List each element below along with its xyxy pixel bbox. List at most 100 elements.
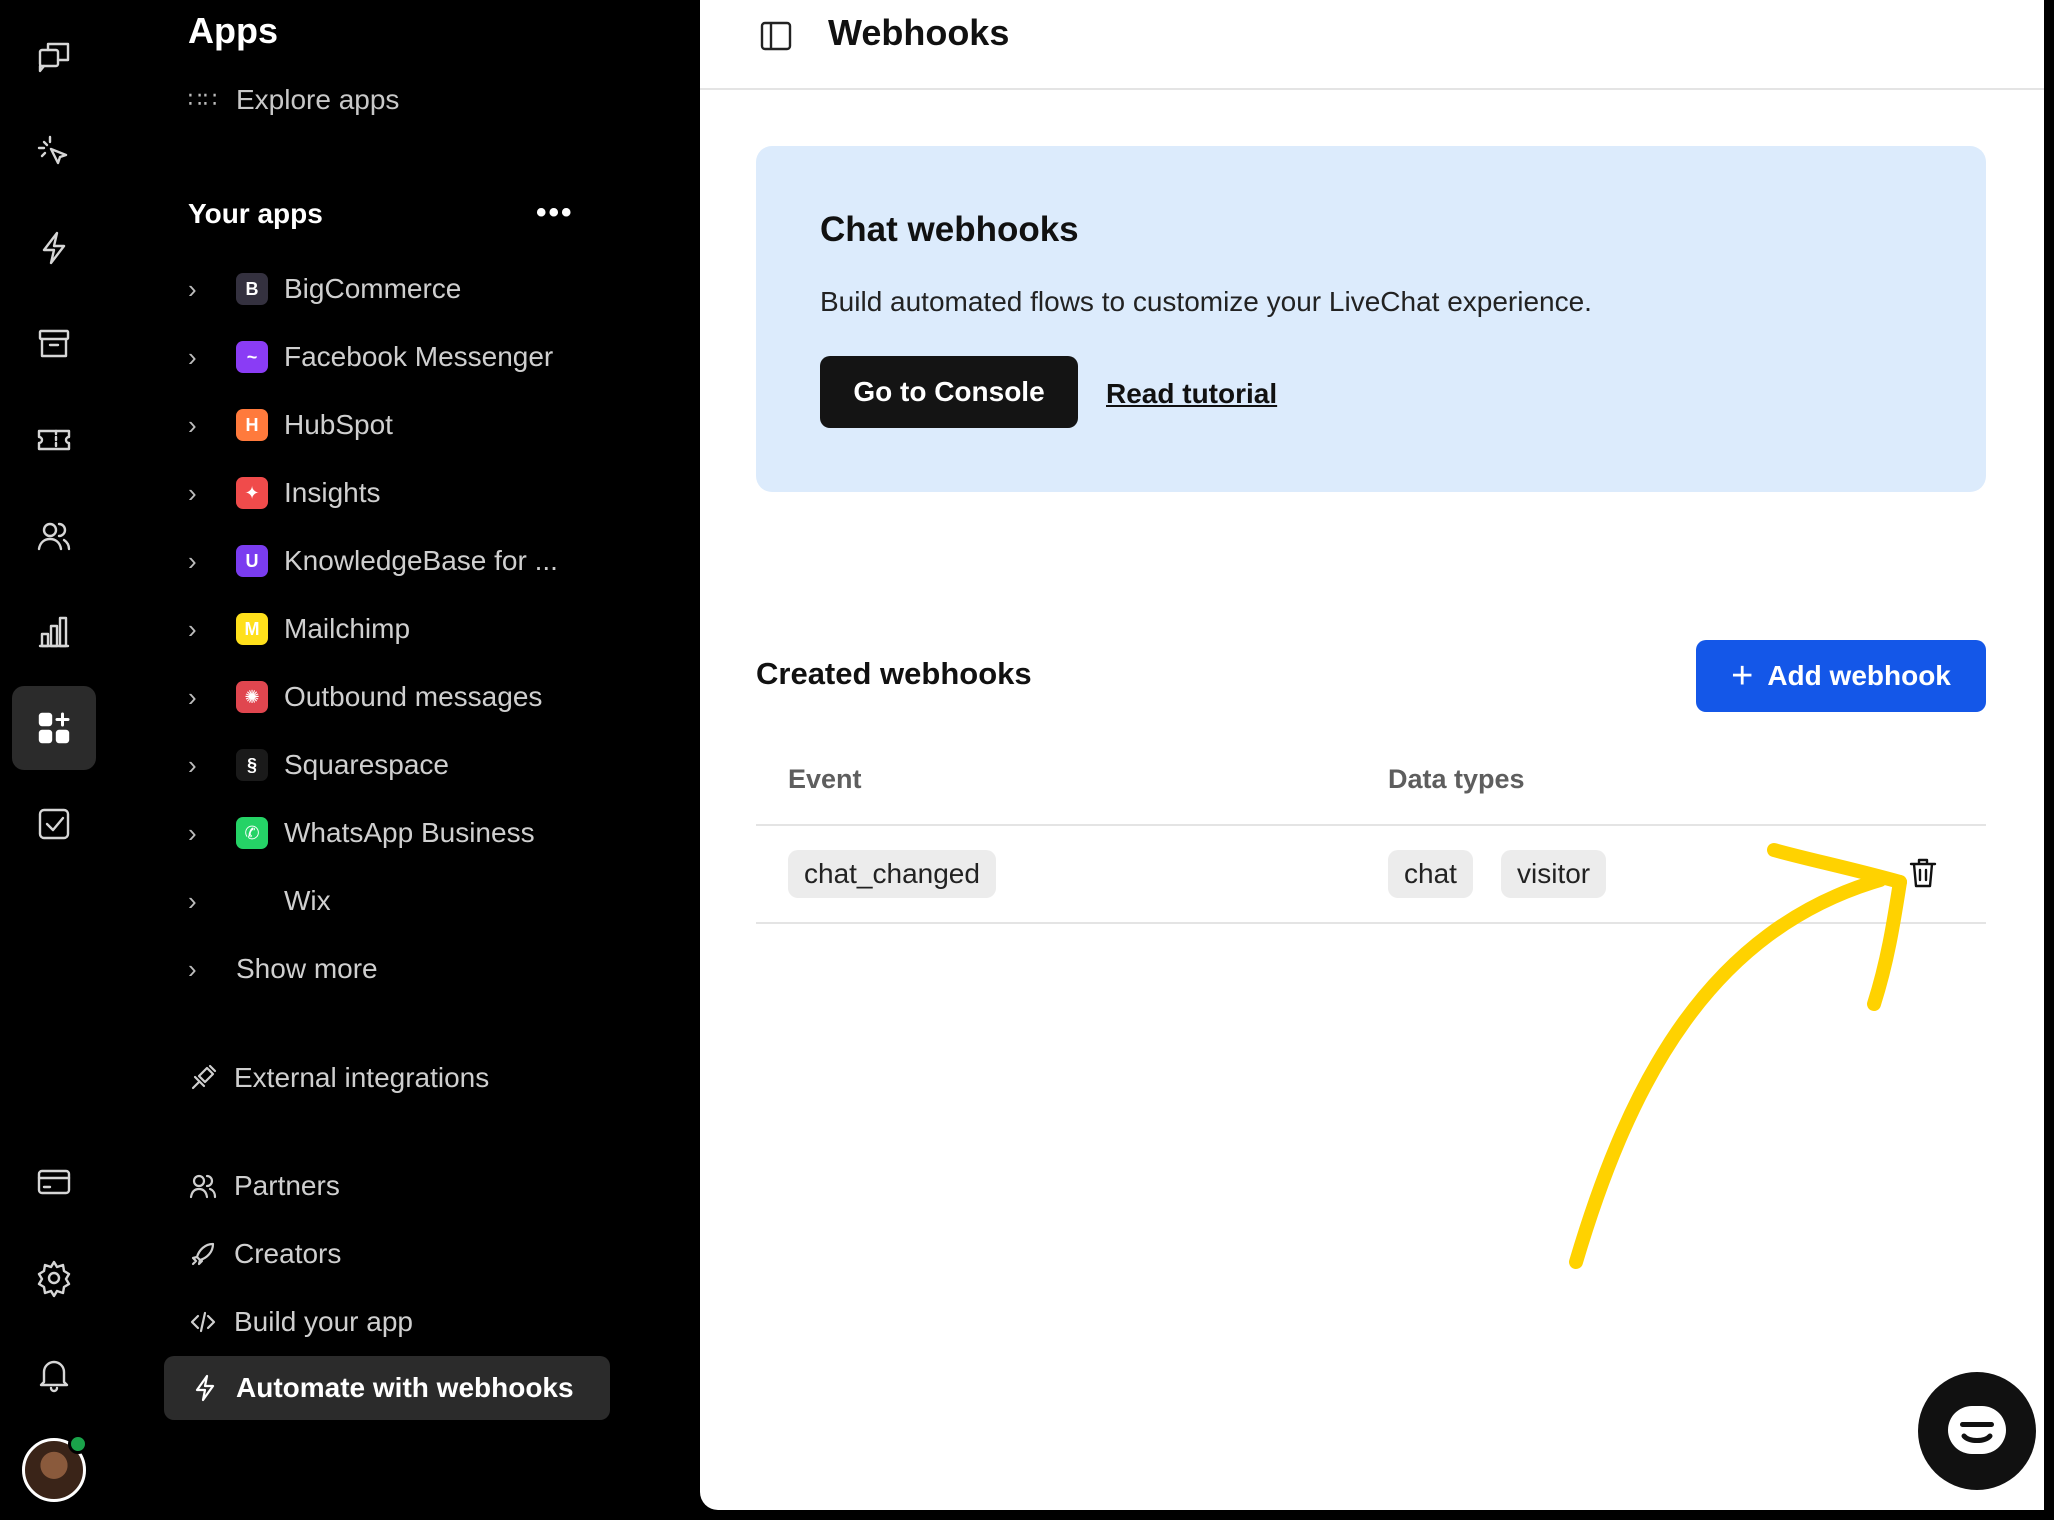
- explore-apps-link[interactable]: ∷∷ Explore apps: [188, 84, 399, 116]
- partners-icon: [189, 1174, 217, 1199]
- data-type-chip: visitor: [1501, 850, 1607, 898]
- app-item[interactable]: › § Squarespace: [188, 740, 449, 790]
- chat-bubble-icon: [1948, 1406, 2006, 1454]
- app-item[interactable]: › Wix: [188, 876, 331, 926]
- app-item[interactable]: › U KnowledgeBase for ...: [188, 536, 558, 586]
- trash-icon[interactable]: [1904, 854, 1942, 892]
- lightning-icon: [195, 1374, 215, 1402]
- partners-link[interactable]: Partners: [188, 1161, 340, 1211]
- code-icon: [190, 1311, 216, 1333]
- creators-label: Creators: [234, 1238, 342, 1269]
- app-label: Wix: [284, 885, 331, 916]
- app-item[interactable]: › ✦ Insights: [188, 468, 381, 518]
- reports-icon[interactable]: [12, 590, 96, 674]
- read-tutorial-link[interactable]: Read tutorial: [1106, 378, 1277, 410]
- automate-icon[interactable]: [12, 206, 96, 290]
- event-chip: chat_changed: [788, 850, 996, 898]
- app-label: HubSpot: [284, 409, 393, 440]
- hubspot-icon: H: [236, 409, 268, 441]
- build-your-app-link[interactable]: Build your app: [188, 1297, 413, 1347]
- panel-title: Apps: [188, 10, 278, 51]
- chevron-right-icon: ›: [188, 885, 197, 916]
- app-label: BigCommerce: [284, 273, 462, 304]
- show-more-label: Show more: [236, 953, 378, 984]
- creators-link[interactable]: Creators: [188, 1229, 341, 1279]
- rocket-icon: [191, 1242, 215, 1266]
- icon-rail: [0, 0, 108, 1520]
- external-integrations-label: External integrations: [234, 1062, 490, 1093]
- archives-icon[interactable]: [12, 302, 96, 386]
- app-label: KnowledgeBase for ...: [284, 545, 558, 576]
- more-options-icon[interactable]: •••: [536, 196, 574, 230]
- mailchimp-icon: M: [236, 613, 268, 645]
- app-item[interactable]: › M Mailchimp: [188, 604, 410, 654]
- your-apps-heading: Your apps: [188, 198, 323, 229]
- app-item[interactable]: › B BigCommerce: [188, 264, 461, 314]
- settings-icon[interactable]: [12, 1236, 96, 1320]
- divider: [756, 824, 1986, 826]
- squarespace-icon: §: [236, 749, 268, 781]
- app-label: Facebook Messenger: [284, 341, 554, 372]
- data-type-chip: chat: [1388, 850, 1473, 898]
- chevron-right-icon: ›: [188, 273, 197, 304]
- chevron-right-icon: ›: [188, 477, 197, 508]
- automate-with-webhooks-link[interactable]: Automate with webhooks: [164, 1356, 610, 1420]
- tickets-icon[interactable]: [12, 398, 96, 482]
- automate-with-webhooks-label: Automate with webhooks: [236, 1372, 574, 1403]
- outbound-icon: ✺: [236, 681, 268, 713]
- go-to-console-button[interactable]: Go to Console: [820, 356, 1078, 428]
- add-webhook-label: Add webhook: [1767, 660, 1951, 691]
- plug-icon: [191, 1064, 217, 1090]
- apps-panel: Apps ∷∷ Explore apps Your apps ••• › B Big…: [108, 0, 792, 1520]
- chevron-right-icon: ›: [188, 341, 197, 372]
- chat-webhooks-banner: Chat webhooks Build automated flows to c…: [756, 146, 1986, 492]
- knowledgebase-icon: U: [236, 545, 268, 577]
- chevron-right-icon: ›: [188, 545, 197, 576]
- whatsapp-icon: ✆: [236, 817, 268, 849]
- app-label: Insights: [284, 477, 381, 508]
- billing-icon[interactable]: [12, 1140, 96, 1224]
- grid-dots-icon: ∷∷: [188, 87, 218, 112]
- app-item[interactable]: › ✺ Outbound messages: [188, 672, 542, 722]
- chevron-right-icon: ›: [188, 749, 197, 780]
- top-bar: Webhooks: [700, 0, 2044, 90]
- customers-icon[interactable]: [12, 494, 96, 578]
- build-your-app-label: Build your app: [234, 1306, 414, 1337]
- partners-label: Partners: [234, 1170, 340, 1201]
- column-header-data-types: Data types: [1388, 764, 1525, 794]
- notifications-icon[interactable]: [12, 1332, 96, 1416]
- show-more-button[interactable]: › Show more: [188, 944, 378, 994]
- banner-description: Build automated flows to customize your …: [820, 286, 1592, 317]
- app-label: Squarespace: [284, 749, 450, 780]
- app-label: Outbound messages: [284, 681, 543, 712]
- online-status-dot: [68, 1434, 88, 1454]
- apps-icon[interactable]: [12, 686, 96, 770]
- chevron-right-icon: ›: [188, 409, 197, 440]
- column-header-event: Event: [788, 764, 862, 794]
- insights-icon: ✦: [236, 477, 268, 509]
- banner-title: Chat webhooks: [820, 210, 1079, 249]
- bigcommerce-icon: B: [236, 273, 268, 305]
- external-integrations-link[interactable]: External integrations: [188, 1053, 489, 1103]
- chevron-right-icon: ›: [188, 953, 197, 984]
- page-title: Webhooks: [828, 12, 1010, 53]
- divider: [756, 922, 1986, 924]
- chat-widget-button[interactable]: [1918, 1372, 2036, 1490]
- chevron-right-icon: ›: [188, 681, 197, 712]
- app-label: Mailchimp: [284, 613, 411, 644]
- main-content: Webhooks Chat webhooks Build automated f…: [700, 0, 2044, 1510]
- toggle-sidebar-icon[interactable]: [758, 18, 794, 54]
- plus-icon: +: [1731, 655, 1754, 697]
- messenger-icon: ~: [236, 341, 268, 373]
- goals-icon[interactable]: [12, 782, 96, 866]
- explore-apps-label: Explore apps: [236, 84, 400, 115]
- engage-icon[interactable]: [12, 110, 96, 194]
- app-label: WhatsApp Business: [284, 817, 535, 848]
- chats-icon[interactable]: [12, 14, 96, 98]
- chevron-right-icon: ›: [188, 613, 197, 644]
- add-webhook-button[interactable]: + Add webhook: [1696, 640, 1986, 712]
- app-item[interactable]: › ✆ WhatsApp Business: [188, 808, 535, 858]
- app-item[interactable]: › H HubSpot: [188, 400, 393, 450]
- app-item[interactable]: › ~ Facebook Messenger: [188, 332, 553, 382]
- wix-icon: [236, 885, 268, 917]
